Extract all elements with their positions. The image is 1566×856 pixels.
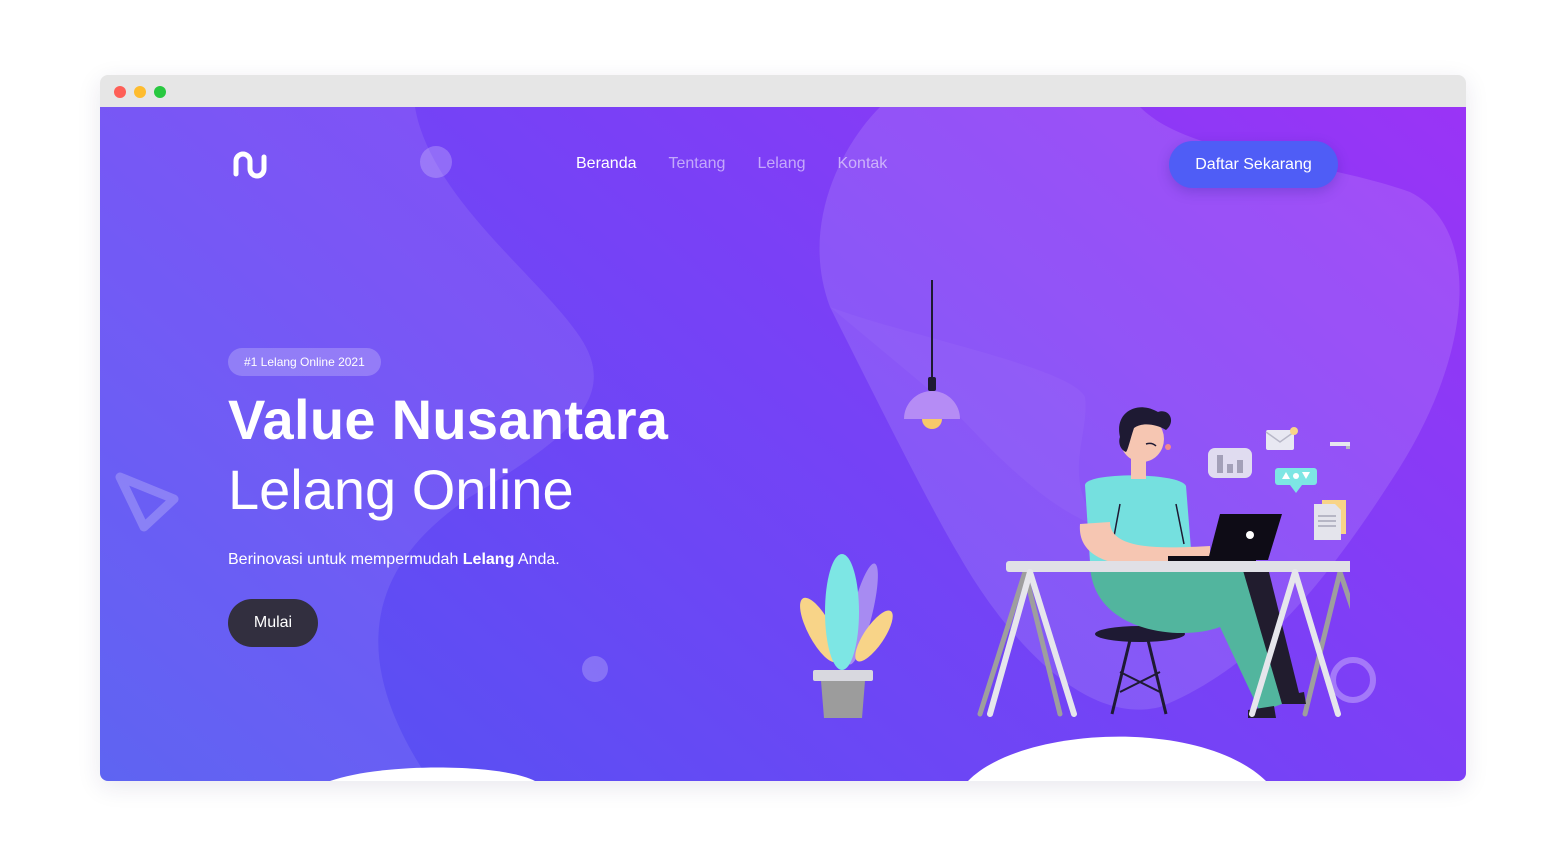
tagline-suffix: Anda.	[514, 551, 560, 568]
hero-badge: #1 Lelang Online 2021	[228, 348, 381, 376]
hanging-lamp-icon	[904, 280, 960, 429]
minimize-window-button[interactable]	[134, 86, 146, 98]
hero-tagline: Berinovasi untuk mempermudah Lelang Anda…	[228, 551, 560, 569]
mulai-button[interactable]: Mulai	[228, 599, 318, 647]
close-window-button[interactable]	[114, 86, 126, 98]
daftar-sekarang-button[interactable]: Daftar Sekarang	[1169, 141, 1338, 188]
decor-circle	[420, 146, 452, 178]
nav-item-kontak[interactable]: Kontak	[837, 155, 887, 173]
browser-window: Beranda Tentang Lelang Kontak Daftar Sek…	[100, 75, 1466, 781]
tagline-highlight: Lelang	[462, 551, 515, 568]
hero-section: Beranda Tentang Lelang Kontak Daftar Sek…	[100, 107, 1466, 781]
window-titlebar	[100, 75, 1466, 107]
main-navigation: Beranda Tentang Lelang Kontak	[576, 155, 887, 173]
mail-icon	[1265, 427, 1298, 450]
maximize-window-button[interactable]	[154, 86, 166, 98]
chat-bubble-icon	[1275, 468, 1317, 493]
nav-item-lelang[interactable]: Lelang	[757, 155, 805, 173]
book-shelf-icon	[1330, 442, 1350, 449]
nav-item-beranda[interactable]: Beranda	[576, 155, 637, 173]
tagline-prefix: Berinovasi untuk mempermudah	[228, 551, 463, 568]
hero-subtitle: Lelang Online	[228, 458, 574, 521]
workspace-illustration	[800, 280, 1350, 718]
decor-circle	[582, 656, 608, 682]
document-icon	[1314, 500, 1346, 540]
nav-item-tentang[interactable]: Tentang	[669, 155, 726, 173]
hero-title: Value Nusantara	[228, 388, 669, 451]
potted-plant-icon	[800, 554, 893, 718]
chair-icon	[1095, 626, 1185, 715]
bar-chart-icon	[1208, 448, 1252, 478]
brand-logo-icon[interactable]	[230, 149, 276, 183]
